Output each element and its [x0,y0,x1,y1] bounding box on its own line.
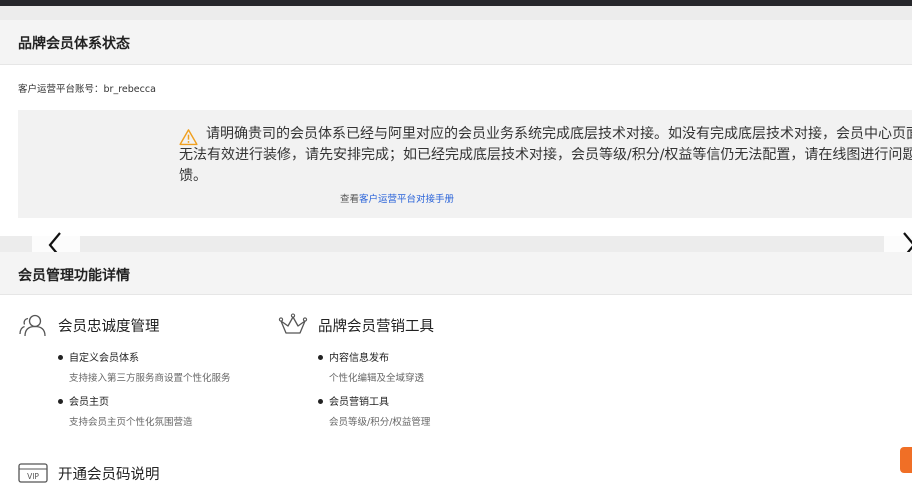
link-prefix: 查看 [340,194,360,205]
feature-header[interactable]: 会员忠诚度管理 [18,313,160,337]
card-header: 品牌会员体系状态 [0,20,912,65]
item-title: 会员主页 [69,397,109,408]
account-info: 客户运营平台账号：br_rebecca [18,81,156,95]
vip-card-icon: VIP [18,463,48,483]
feature-header[interactable]: VIP 开通会员码说明 [18,462,160,484]
bullet-icon [318,399,323,404]
bullet-icon [58,399,63,404]
bullet-icon [318,355,323,360]
people-icon [19,314,46,337]
feature-title: 品牌会员营销工具 [318,318,434,335]
top-bar [0,0,912,6]
item-title: 自定义会员体系 [69,353,139,364]
feature-title: 会员忠诚度管理 [58,318,160,335]
feature-list: 内容信息发布 个性化编辑及全域穿透 会员营销工具 会员等级/积分/权益管理 [318,349,558,437]
manual-link-line: 查看客户运营平台对接手册 [340,191,454,205]
crown-icon [278,313,308,334]
section-title: 会员管理功能详情 [18,268,130,284]
membership-features-card: 会员管理功能详情 会员忠诚度管理 自定义会员体系 支持接入第三方服务商设置个性化… [0,252,912,491]
item-title: 内容信息发布 [329,353,389,364]
notice-box: 请明确贵司的会员体系已经与阿里对应的会员业务系统完成底层技术对接。如没有完成底层… [18,110,912,218]
feature-list: 自定义会员体系 支持接入第三方服务商设置个性化服务 会员主页 支持会员主页个性化… [58,349,298,437]
feature-header[interactable]: 品牌会员营销工具 [278,313,434,337]
item-title: 会员营销工具 [329,397,389,408]
item-description: 个性化编辑及全域穿透 [329,373,425,384]
list-item[interactable]: 自定义会员体系 支持接入第三方服务商设置个性化服务 [58,349,298,393]
account-label: 客户运营平台账号： [18,84,104,95]
vip-label: VIP [27,472,39,481]
account-value: br_rebecca [103,84,156,95]
section-title: 品牌会员体系状态 [18,36,130,52]
list-item[interactable]: 会员营销工具 会员等级/积分/权益管理 [318,393,558,437]
item-description: 支持会员主页个性化氛围营造 [69,417,193,428]
card-header: 会员管理功能详情 [0,252,912,295]
bullet-icon [58,355,63,360]
list-item[interactable]: 内容信息发布 个性化编辑及全域穿透 [318,349,558,393]
floating-service-badge[interactable] [900,447,912,473]
feature-title: 开通会员码说明 [58,466,160,483]
list-item[interactable]: 会员主页 支持会员主页个性化氛围营造 [58,393,298,437]
notice-text: 请明确贵司的会员体系已经与阿里对应的会员业务系统完成底层技术对接。如没有完成底层… [179,126,912,184]
integration-manual-link[interactable]: 客户运营平台对接手册 [359,194,454,205]
item-description: 会员等级/积分/权益管理 [329,417,431,428]
membership-status-card: 品牌会员体系状态 客户运营平台账号：br_rebecca 请明确贵司的会员体系已… [0,20,912,236]
item-description: 支持接入第三方服务商设置个性化服务 [69,373,231,384]
